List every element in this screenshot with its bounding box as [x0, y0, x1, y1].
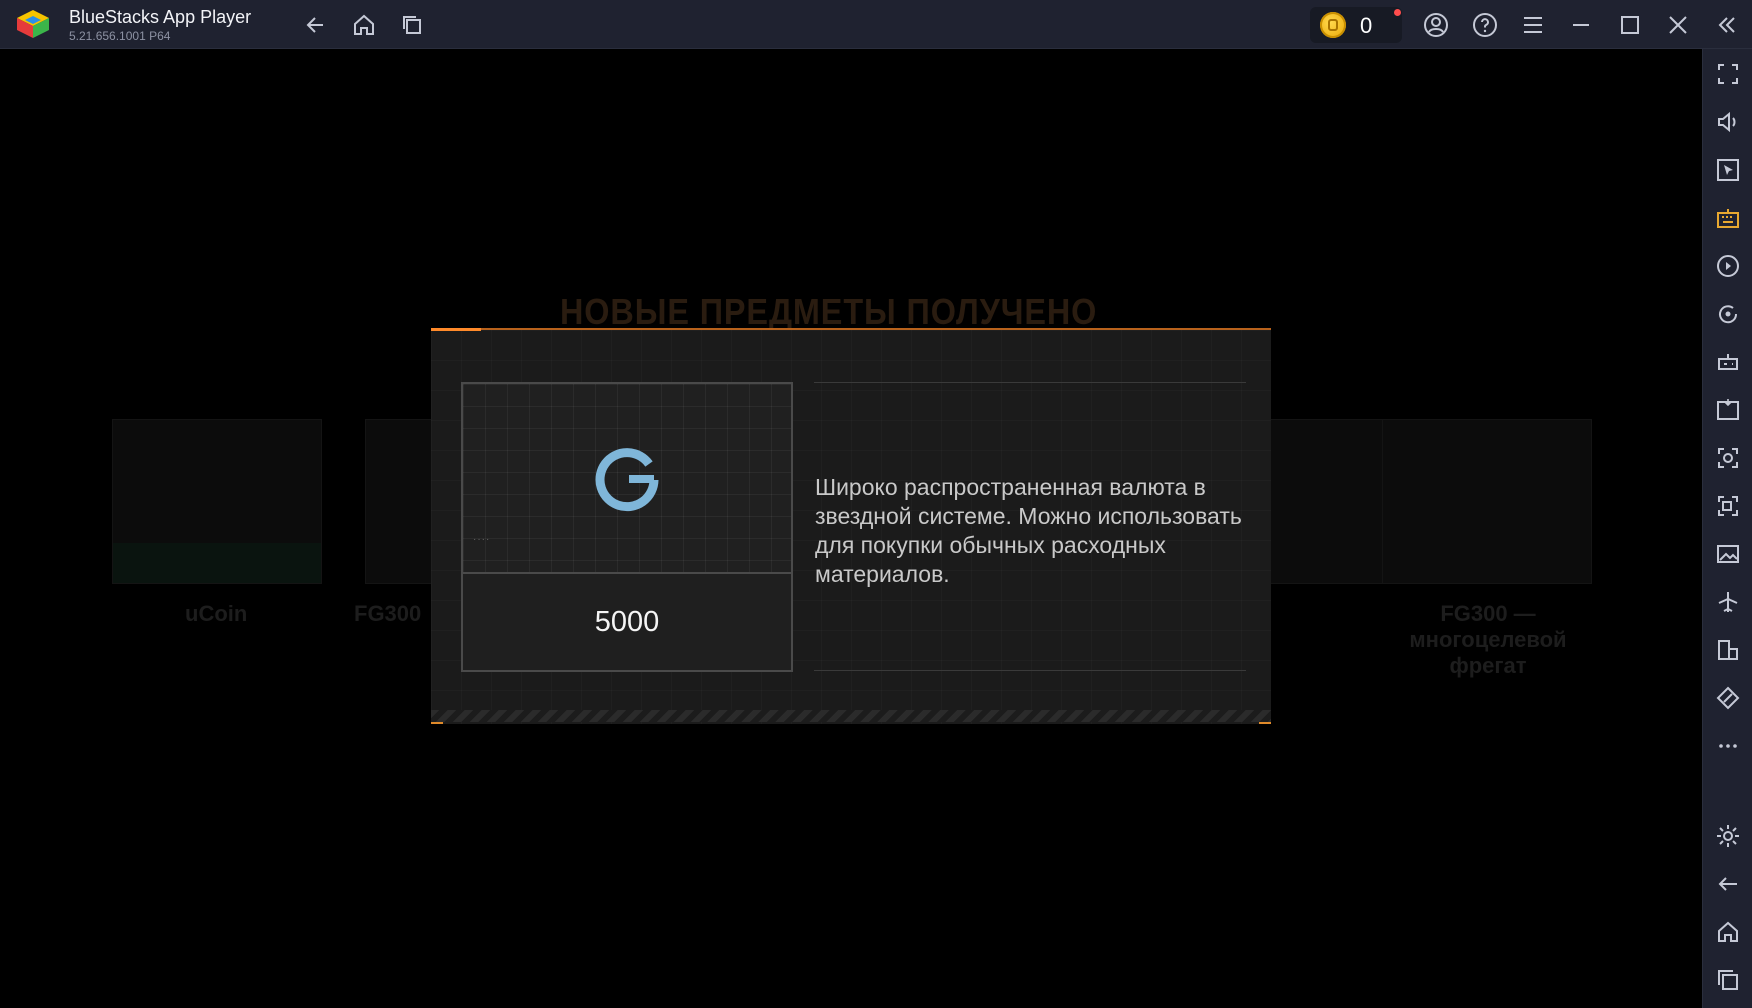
screenshot-icon[interactable] [1715, 445, 1741, 471]
rotate-icon[interactable] [1715, 301, 1741, 327]
eco-mode-icon[interactable] [1715, 685, 1741, 711]
pointer-icon[interactable] [1715, 157, 1741, 183]
background-item-card [1382, 419, 1592, 584]
menu-icon[interactable] [1520, 12, 1546, 38]
macro-icon[interactable] [1715, 253, 1741, 279]
fullscreen-icon[interactable] [1715, 61, 1741, 87]
divider [814, 670, 1246, 671]
back-icon[interactable] [303, 12, 329, 38]
dialog-hatch-strip [431, 710, 1271, 722]
airplane-icon[interactable] [1715, 589, 1741, 615]
app-title: BlueStacks App Player [69, 7, 252, 27]
account-icon[interactable] [1423, 12, 1449, 38]
android-home-icon[interactable] [1715, 919, 1741, 945]
item-image: ···· [463, 384, 791, 574]
divider [814, 382, 1246, 383]
game-viewport[interactable]: НОВЫЕ ПРЕДМЕТЫ ПОЛУЧЕНО uCoin FG300 FG30… [0, 49, 1702, 1008]
apk-icon[interactable] [1715, 397, 1741, 423]
item-card: ···· 5000 [461, 382, 793, 672]
item-detail-dialog[interactable]: ···· 5000 Широко распространенная валюта… [431, 328, 1271, 724]
volume-icon[interactable] [1715, 109, 1741, 135]
gamepad-icon[interactable] [1715, 349, 1741, 375]
background-label: FG300 — многоцелевой фрегат [1409, 601, 1567, 678]
background-label: uCoin [185, 601, 248, 626]
settings-icon[interactable] [1715, 823, 1741, 849]
coin-balance[interactable]: 0 [1310, 7, 1402, 43]
record-icon[interactable] [1715, 493, 1741, 519]
decorative-dots: ···· [473, 534, 491, 545]
dialog-corner [431, 722, 443, 724]
dialog-corner [1259, 722, 1271, 724]
close-icon[interactable] [1665, 12, 1691, 38]
maximize-icon[interactable] [1617, 12, 1643, 38]
help-icon[interactable] [1472, 12, 1498, 38]
app-version: 5.21.656.1001 P64 [69, 29, 171, 43]
background-heading: НОВЫЕ ПРЕДМЕТЫ ПОЛУЧЕНО [560, 291, 1098, 332]
android-recents-icon[interactable] [1715, 967, 1741, 993]
coin-count: 0 [1360, 13, 1373, 38]
title-bar: BlueStacks App Player 5.21.656.1001 P64 … [0, 0, 1752, 49]
collapse-sidebar-icon[interactable] [1714, 12, 1740, 38]
keyboard-icon[interactable] [1715, 205, 1741, 231]
background-label: FG300 [354, 601, 422, 626]
android-back-icon[interactable] [1715, 871, 1741, 897]
ucoin-currency-icon [591, 442, 663, 514]
item-amount: 5000 [594, 606, 660, 638]
media-icon[interactable] [1715, 541, 1741, 567]
recent-apps-icon[interactable] [399, 12, 425, 38]
right-sidebar [1702, 49, 1752, 1008]
dialog-accent [431, 328, 481, 331]
item-description: Широко распространенная валюта в звездно… [815, 474, 1242, 587]
bluestacks-logo-icon [15, 8, 51, 40]
more-icon[interactable] [1715, 733, 1741, 759]
coin-icon [1320, 12, 1346, 38]
notification-dot [1394, 9, 1401, 16]
background-item-card [112, 419, 322, 584]
multi-instance-icon[interactable] [1715, 637, 1741, 663]
minimize-icon[interactable] [1568, 12, 1594, 38]
home-icon[interactable] [351, 12, 377, 38]
